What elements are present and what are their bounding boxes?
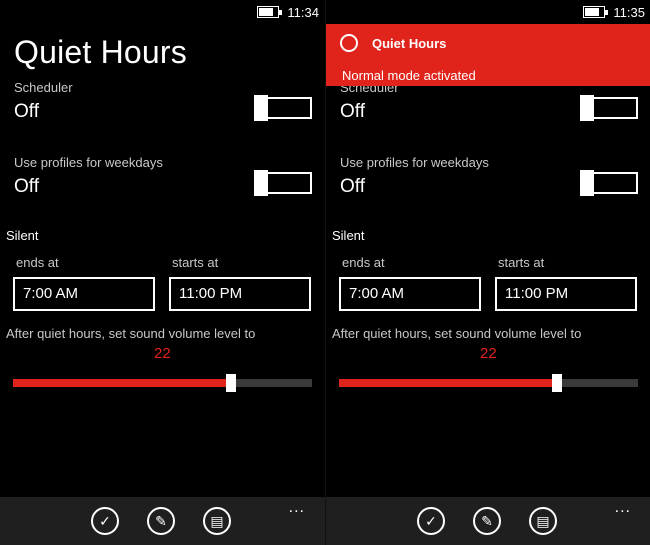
starts-at-field[interactable]: 11:00 PM [169,277,311,311]
profiles-value: Off [340,176,365,197]
phone-screen-right: 11:35 Scheduler Off Use profiles for wee… [325,0,650,545]
ends-at-label: ends at [342,255,385,270]
ends-at-field[interactable]: 7:00 AM [339,277,481,311]
toggle-knob [254,95,268,121]
volume-slider[interactable] [13,374,312,392]
more-options-icon[interactable]: ... [289,499,305,517]
toggle-knob [580,95,594,121]
phone-screen-left: 11:34 Quiet Hours Scheduler Off Use prof… [0,0,325,545]
more-options-icon[interactable]: ... [615,499,631,517]
check-icon[interactable]: ✓ [417,507,445,535]
book-icon[interactable]: ▤ [529,507,557,535]
toast-message: Normal mode activated [342,68,476,83]
scheduler-value: Off [340,101,365,122]
volume-value: 22 [154,345,171,362]
silent-section-label: Silent [6,228,39,243]
scheduler-toggle[interactable] [580,95,638,121]
volume-label: After quiet hours, set sound volume leve… [332,326,582,341]
starts-at-label: starts at [172,255,219,270]
status-bar: 11:34 [257,0,325,24]
volume-slider-thumb[interactable] [552,374,563,392]
page-title: Quiet Hours [14,34,187,70]
app-bar: ✓ ✎ ▤ ... [326,497,650,545]
alarm-clock-icon [340,34,358,52]
profiles-value: Off [14,176,39,197]
app-bar: ✓ ✎ ▤ ... [0,497,325,545]
profiles-toggle[interactable] [254,170,312,196]
book-icon[interactable]: ▤ [203,507,231,535]
profiles-toggle[interactable] [580,170,638,196]
scheduler-label: Scheduler [14,80,73,95]
battery-icon [257,6,283,18]
toggle-knob [580,170,594,196]
volume-slider-thumb[interactable] [226,374,237,392]
status-time: 11:34 [287,4,319,20]
volume-slider-fill [339,379,558,387]
scheduler-toggle[interactable] [254,95,312,121]
ends-at-field[interactable]: 7:00 AM [13,277,155,311]
silent-section-label: Silent [332,228,365,243]
status-time: 11:35 [613,4,645,20]
profiles-label: Use profiles for weekdays [340,155,489,170]
pin-icon[interactable]: ✎ [147,507,175,535]
volume-slider[interactable] [339,374,638,392]
notification-toast[interactable]: Quiet Hours Normal mode activated [326,24,650,86]
toast-title: Quiet Hours [372,36,447,51]
ends-at-label: ends at [16,255,59,270]
starts-at-field[interactable]: 11:00 PM [495,277,637,311]
toggle-knob [254,170,268,196]
volume-label: After quiet hours, set sound volume leve… [6,326,256,341]
status-bar: 11:35 [583,0,650,24]
pin-icon[interactable]: ✎ [473,507,501,535]
check-icon[interactable]: ✓ [91,507,119,535]
volume-slider-fill [13,379,232,387]
battery-icon [583,6,609,18]
starts-at-label: starts at [498,255,545,270]
profiles-label: Use profiles for weekdays [14,155,163,170]
volume-value: 22 [480,345,497,362]
scheduler-value: Off [14,101,39,122]
